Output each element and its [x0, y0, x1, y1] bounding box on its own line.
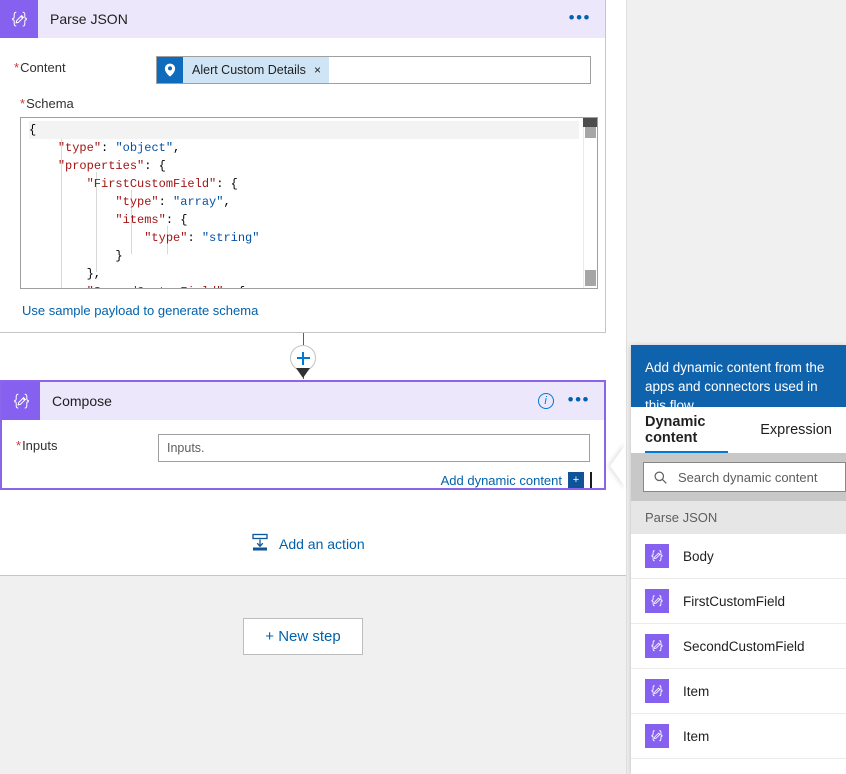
dynamic-content-item-label: Item	[683, 683, 710, 699]
schema-scrollbar[interactable]	[583, 118, 597, 288]
dynamic-token-alert-custom-details[interactable]: Alert Custom Details ×	[157, 57, 329, 83]
inputs-required-marker: *	[16, 438, 22, 453]
compose-card-title: Compose	[52, 393, 112, 409]
connector-line-top	[303, 333, 304, 345]
content-field-label: *Content	[14, 60, 66, 75]
parse-json-card-title: Parse JSON	[50, 11, 128, 27]
flow-designer-canvas: Parse JSON ••• *Content Alert Custom Det…	[0, 0, 626, 774]
flyout-header: Add dynamic content from the apps and co…	[631, 345, 846, 407]
dynamic-content-item[interactable]: FirstCustomField	[631, 579, 846, 624]
connector-arrow	[296, 368, 310, 378]
schema-overview-ruler	[583, 118, 597, 127]
use-sample-payload-link[interactable]: Use sample payload to generate schema	[22, 303, 591, 318]
tab-expression[interactable]: Expression	[760, 407, 832, 453]
dynamic-content-item[interactable]: SecondCustomField	[631, 624, 846, 669]
schema-code-line: }	[29, 249, 123, 263]
new-step-button[interactable]: + New step	[243, 618, 363, 655]
search-dynamic-content-input[interactable]: Search dynamic content	[643, 462, 846, 492]
data-operation-braces-pencil-icon	[0, 0, 38, 38]
data-operation-braces-pencil-icon	[645, 634, 669, 658]
search-placeholder: Search dynamic content	[678, 469, 818, 485]
app-root: Parse JSON ••• *Content Alert Custom Det…	[0, 0, 846, 774]
data-operation-braces-pencil-icon	[2, 382, 40, 420]
data-operation-braces-pencil-icon	[645, 724, 669, 748]
compose-card-header[interactable]: Compose i •••	[2, 382, 604, 420]
dynamic-content-item[interactable]: Body	[631, 534, 846, 579]
schema-code-line: {	[29, 121, 579, 139]
compose-card-header-actions: i •••	[537, 391, 604, 409]
dynamic-content-item-label: Item	[683, 728, 710, 744]
schema-code-editor[interactable]: { "type": "object", "properties": { "Fir…	[20, 117, 598, 289]
dynamic-content-item[interactable]: Item	[631, 714, 846, 759]
content-input[interactable]: Alert Custom Details ×	[156, 56, 591, 84]
data-operation-braces-pencil-icon	[645, 589, 669, 613]
schema-code-line: "type": "array",	[115, 195, 231, 209]
data-operation-braces-pencil-icon	[645, 679, 669, 703]
schema-code-line: "FirstCustomField": {	[86, 177, 238, 191]
inputs-field-row: *Inputs Inputs.	[16, 434, 590, 462]
add-an-action-label: Add an action	[279, 535, 365, 552]
inputs-placeholder: Inputs.	[167, 441, 205, 455]
compose-card-body: *Inputs Inputs. Add dynamic content +	[2, 420, 604, 488]
insert-action-icon	[250, 532, 270, 555]
schema-code-line: "SecondCustomField": {	[29, 283, 579, 288]
schema-code-line: "properties": {	[57, 159, 166, 173]
dynamic-content-item[interactable]: Item	[631, 669, 846, 714]
close-icon[interactable]: ×	[314, 63, 321, 77]
add-dynamic-content-row[interactable]: Add dynamic content +	[441, 472, 592, 488]
compose-card[interactable]: Compose i ••• *Inputs Inputs. Add dynami…	[0, 380, 606, 490]
data-operation-braces-pencil-icon	[645, 544, 669, 568]
parse-json-overflow-menu-button[interactable]: •••	[569, 9, 591, 26]
dynamic-content-flyout: Add dynamic content from the apps and co…	[631, 345, 846, 774]
canvas-lower-region	[0, 576, 626, 774]
tab-dynamic-content[interactable]: Dynamic content	[645, 407, 729, 453]
dynamic-content-list: Body FirstCustomField SecondCustomField Ite…	[631, 534, 846, 759]
search-container: Search dynamic content	[631, 453, 846, 501]
inputs-input[interactable]: Inputs.	[158, 434, 590, 462]
parse-json-card[interactable]: Parse JSON ••• *Content Alert Custom Det…	[0, 0, 606, 333]
dynamic-token-label: Alert Custom Details	[192, 63, 306, 77]
flyout-tabs: Dynamic content Expression	[631, 407, 846, 453]
dynamic-content-item-label: Body	[683, 548, 714, 564]
schema-field-label: *Schema	[20, 96, 74, 111]
dynamic-content-group-header: Parse JSON	[631, 501, 846, 534]
schema-code-line: "type": "object",	[57, 141, 181, 155]
info-icon[interactable]: i	[537, 393, 554, 409]
flyout-callout-arrow	[610, 444, 626, 488]
content-required-marker: *	[14, 60, 20, 75]
schema-code-text: { "type": "object", "properties": { "Fir…	[29, 121, 579, 288]
content-field-row: *Content Alert Custom Details ×	[14, 56, 591, 84]
search-icon	[653, 470, 673, 485]
inputs-field-label: *Inputs	[16, 438, 58, 453]
text-cursor	[590, 472, 592, 488]
schema-code-line: "type": "string"	[144, 231, 260, 245]
schema-code-line: },	[29, 267, 102, 281]
schema-code-line: "items": {	[115, 213, 188, 227]
compose-overflow-menu-button[interactable]: •••	[568, 391, 590, 408]
parse-json-card-body: *Content Alert Custom Details × *Schema …	[0, 38, 605, 332]
add-dynamic-content-link[interactable]: Add dynamic content	[441, 473, 562, 488]
parse-json-card-header-actions: •••	[569, 9, 605, 26]
schema-required-marker: *	[20, 96, 26, 111]
azure-sentinel-shield-icon	[157, 57, 183, 83]
schema-scrollbar-marker	[585, 270, 596, 286]
add-dynamic-content-plus-button[interactable]: +	[568, 472, 584, 488]
parse-json-card-header[interactable]: Parse JSON •••	[0, 0, 605, 38]
dynamic-content-item-label: SecondCustomField	[683, 638, 805, 654]
add-an-action-button[interactable]: Add an action	[250, 532, 365, 555]
dynamic-content-item-label: FirstCustomField	[683, 593, 786, 609]
